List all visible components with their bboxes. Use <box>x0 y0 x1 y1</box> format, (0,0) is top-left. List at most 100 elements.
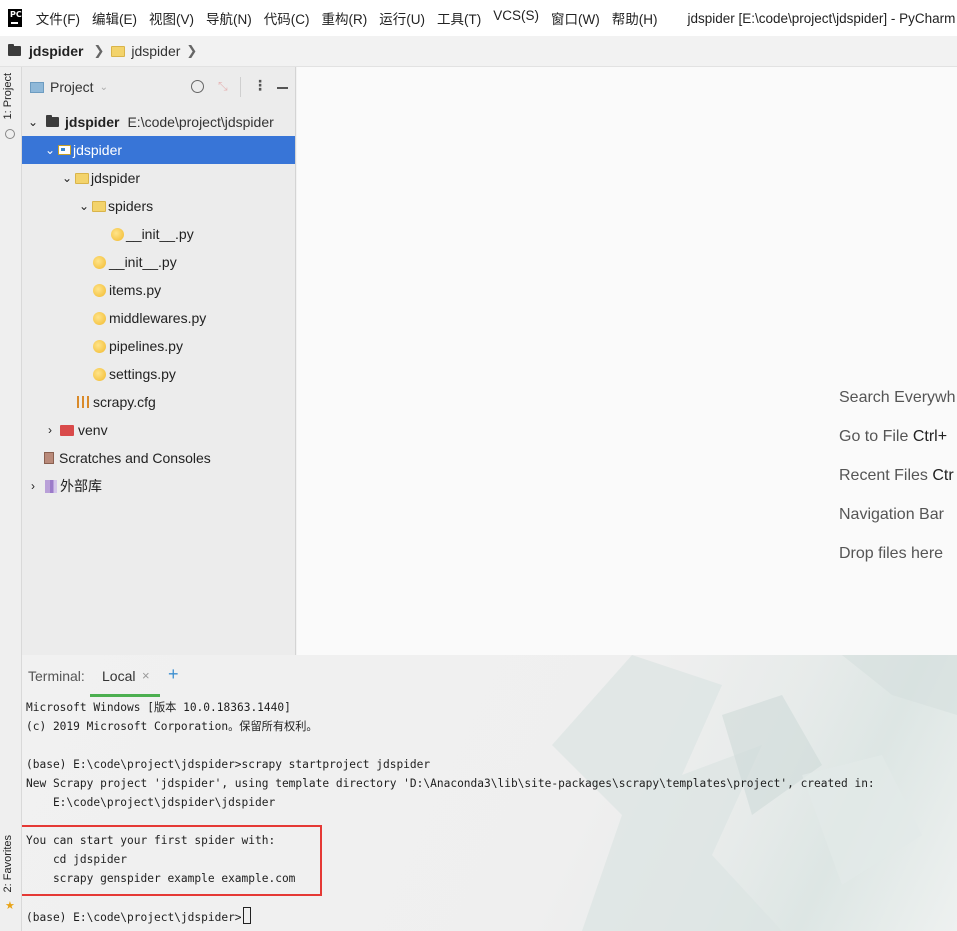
tree-row-items[interactable]: items.py <box>22 276 295 304</box>
highlight-annotation-box <box>22 825 322 896</box>
tree-label: jdspider <box>91 170 141 186</box>
tree-row-spiders[interactable]: ⌄ spiders <box>22 192 295 220</box>
terminal-prompt[interactable]: (base) E:\code\project\jdspider> <box>26 907 251 927</box>
tree-label: items.py <box>109 282 162 298</box>
tree-label: jdspider <box>65 114 120 130</box>
expanded-arrow-icon[interactable]: ⌄ <box>78 199 90 213</box>
python-file-icon <box>93 311 106 325</box>
locate-file-icon[interactable] <box>191 80 204 93</box>
menu-run[interactable]: 运行(U) <box>379 8 425 28</box>
menu-view[interactable]: 视图(V) <box>149 8 194 28</box>
menu-edit[interactable]: 编辑(E) <box>92 8 137 28</box>
hide-panel-icon[interactable] <box>277 87 288 89</box>
tool-window-stripe: 1: Project 2: Favorites ★ <box>0 67 22 931</box>
terminal-line: New Scrapy project 'jdspider', using tem… <box>26 777 875 790</box>
terminal-line: Microsoft Windows [版本 10.0.18363.1440] <box>26 701 291 714</box>
breadcrumb-project[interactable]: jdspider <box>29 43 83 59</box>
menu-code[interactable]: 代码(C) <box>264 8 310 28</box>
view-dropdown-icon[interactable]: ⌄ <box>100 82 108 93</box>
logo-text: PC <box>10 10 22 19</box>
hint-text: Drop files here <box>839 545 944 562</box>
hint-search-everywhere: Search Everywh <box>839 389 956 407</box>
new-terminal-icon[interactable]: + <box>168 664 179 685</box>
project-view-selector[interactable]: Project <box>50 79 94 95</box>
hint-shortcut: Ctr <box>932 467 954 484</box>
python-file-icon <box>93 339 106 353</box>
terminal-tab-label: Local <box>102 668 136 684</box>
tree-row-spiders-init[interactable]: __init__.py <box>22 220 295 248</box>
hint-navigation-bar: Navigation Bar <box>839 506 944 524</box>
collapse-all-icon[interactable]: ⤡ <box>218 79 228 94</box>
python-file-icon <box>93 283 106 297</box>
expanded-arrow-icon[interactable]: ⌄ <box>27 115 39 129</box>
project-folder-icon <box>8 44 21 56</box>
tree-path: E:\code\project\jdspider <box>127 114 274 130</box>
collapsed-arrow-icon[interactable]: › <box>44 423 56 437</box>
tree-row-settings[interactable]: settings.py <box>22 360 295 388</box>
tree-row-project-root[interactable]: ⌄ jdspider E:\code\project\jdspider <box>22 108 295 136</box>
collapsed-arrow-icon[interactable]: › <box>27 479 39 493</box>
tab-project-label: 1: Project <box>2 73 14 120</box>
terminal-tab-local[interactable]: Local × <box>90 655 160 697</box>
tree-row-scrapy-cfg[interactable]: scrapy.cfg <box>22 388 295 416</box>
menu-vcs[interactable]: VCS(S) <box>493 8 539 28</box>
hint-text: Recent Files <box>839 467 933 484</box>
tree-label: __init__.py <box>109 254 177 270</box>
terminal-panel[interactable]: Terminal: Local × + Microsoft Windows [版… <box>22 655 957 931</box>
menu-file[interactable]: 文件(F) <box>36 8 80 28</box>
tree-label: pipelines.py <box>109 338 183 354</box>
tree-label: 外部库 <box>60 478 102 494</box>
venv-folder-icon <box>60 424 74 436</box>
menu-help[interactable]: 帮助(H) <box>612 8 658 28</box>
breadcrumb-folder[interactable]: jdspider <box>131 43 180 59</box>
menu-items: 文件(F) 编辑(E) 视图(V) 导航(N) 代码(C) 重构(R) 运行(U… <box>36 8 670 28</box>
expanded-arrow-icon[interactable]: ⌄ <box>44 143 56 157</box>
tree-label: Scratches and Consoles <box>59 450 211 466</box>
hint-text: Navigation Bar <box>839 506 944 523</box>
editor-area[interactable]: Search Everywh Go to File Ctrl+ Recent F… <box>297 67 957 655</box>
tree-row-jdspider-selected[interactable]: ⌄ jdspider <box>22 136 295 164</box>
breadcrumb-separator-icon: ❯ <box>186 43 198 58</box>
tree-row-init[interactable]: __init__.py <box>22 248 295 276</box>
expanded-arrow-icon[interactable]: ⌄ <box>61 171 73 185</box>
tree-label: __init__.py <box>126 226 194 242</box>
tab-project[interactable]: 1: Project <box>2 73 14 119</box>
terminal-line: (base) E:\code\project\jdspider>scrapy s… <box>26 758 431 771</box>
project-panel: Project ⌄ ⤡ ⋮ ⌄ jdspider E:\code\project… <box>22 67 296 655</box>
project-view-icon <box>30 81 44 93</box>
hint-shortcut: Ctrl+ <box>912 428 948 445</box>
tree-row-middlewares[interactable]: middlewares.py <box>22 304 295 332</box>
tree-row-scratches[interactable]: Scratches and Consoles <box>22 444 295 472</box>
hint-drop-files: Drop files here <box>839 545 943 563</box>
folder-icon <box>92 200 106 212</box>
folder-icon <box>75 172 89 184</box>
hint-recent-files: Recent Files Ctr <box>839 467 954 485</box>
tree-label: middlewares.py <box>109 310 207 326</box>
project-panel-header: Project ⌄ ⤡ ⋮ <box>22 67 295 107</box>
tree-row-pipelines[interactable]: pipelines.py <box>22 332 295 360</box>
hint-text: Go to File <box>839 428 913 445</box>
breadcrumb-separator-icon: ❯ <box>93 43 105 58</box>
active-tab-underline <box>90 694 160 697</box>
tree-label: venv <box>78 422 108 438</box>
module-folder-icon <box>58 145 71 155</box>
menu-refactor[interactable]: 重构(R) <box>321 8 367 28</box>
tree-label: spiders <box>108 198 154 214</box>
tree-row-jdspider-package[interactable]: ⌄ jdspider <box>22 164 295 192</box>
prompt-text: (base) E:\code\project\jdspider> <box>26 911 242 924</box>
menu-bar: PC 文件(F) 编辑(E) 视图(V) 导航(N) 代码(C) 重构(R) 运… <box>0 0 957 36</box>
menu-tools[interactable]: 工具(T) <box>437 8 481 28</box>
tab-favorites[interactable]: 2: Favorites <box>2 835 14 892</box>
menu-window[interactable]: 窗口(W) <box>551 8 600 28</box>
close-tab-icon[interactable]: × <box>142 668 150 683</box>
tree-row-venv[interactable]: › venv <box>22 416 295 444</box>
folder-dark-icon <box>46 115 59 127</box>
options-menu-icon[interactable]: ⋮ <box>253 77 267 94</box>
hint-text: Search Everywh <box>839 389 956 406</box>
terminal-tab-bar: Terminal: Local × + <box>22 655 957 697</box>
terminal-line: E:\code\project\jdspider\jdspider <box>26 796 276 809</box>
menu-navigate[interactable]: 导航(N) <box>206 8 252 28</box>
tree-row-external-libraries[interactable]: › 外部库 <box>22 472 295 500</box>
python-file-icon <box>93 367 106 381</box>
tree-label: scrapy.cfg <box>93 394 156 410</box>
